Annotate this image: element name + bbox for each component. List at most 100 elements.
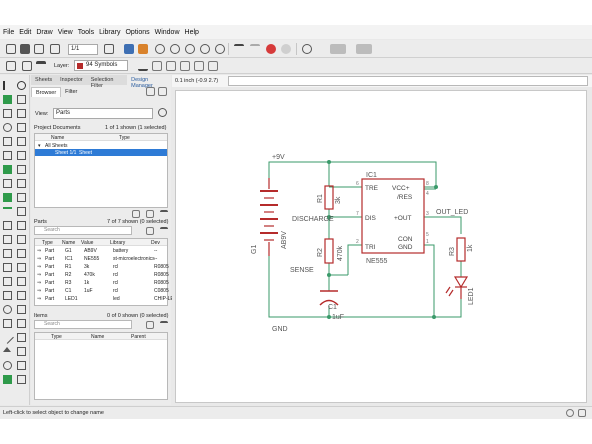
bend-icon[interactable] — [194, 61, 204, 71]
menu-draw[interactable]: Draw — [36, 29, 52, 36]
expand-icon[interactable] — [146, 227, 154, 235]
info-icon[interactable] — [3, 81, 12, 90]
help-icon[interactable] — [302, 44, 312, 54]
polygon-icon[interactable] — [17, 333, 26, 342]
zoom-select-icon[interactable] — [200, 44, 210, 54]
tab-browser[interactable]: Browser — [31, 87, 62, 97]
erc-icon[interactable] — [17, 263, 26, 272]
menu-view[interactable]: View — [58, 29, 73, 36]
list-icon[interactable] — [160, 321, 168, 329]
design-link-icon[interactable] — [330, 44, 346, 54]
attribute-icon[interactable] — [3, 277, 12, 286]
menu-edit[interactable]: Edit — [19, 29, 31, 36]
hole-icon[interactable] — [17, 319, 26, 328]
pentagon-icon[interactable] — [17, 347, 26, 356]
delete-icon[interactable] — [3, 151, 12, 160]
go-icon[interactable] — [281, 44, 291, 54]
bend-icon[interactable] — [208, 61, 218, 71]
text-icon[interactable] — [17, 291, 26, 300]
display-icon[interactable] — [3, 95, 12, 104]
group-icon[interactable] — [3, 137, 12, 146]
menu-window[interactable]: Window — [155, 29, 180, 36]
tab-selection-filter[interactable]: Selection Filter — [87, 75, 127, 89]
table-row[interactable]: ⇒ Part LED1 led CHIP-LE — [35, 295, 174, 302]
bus-icon[interactable] — [17, 193, 26, 202]
wire-icon[interactable] — [3, 207, 12, 216]
cam-icon[interactable] — [50, 44, 60, 54]
arc-icon[interactable] — [3, 305, 12, 314]
table-row[interactable]: ⇒ Part R3 1k rcl R0805 — [35, 279, 169, 286]
show-icon[interactable] — [17, 81, 26, 90]
table-row[interactable]: ⇒ Part IC1 NE555 st-microelectronics -- — [35, 255, 167, 262]
expand-icon[interactable] — [132, 210, 140, 218]
gateswap-icon[interactable] — [17, 165, 26, 174]
fusion-sync-icon[interactable] — [356, 44, 372, 54]
table-row[interactable]: ⇒ Part C1 1uF rcl C0805 — [35, 287, 169, 294]
print-icon[interactable] — [34, 44, 44, 54]
bend-icon[interactable] — [166, 61, 176, 71]
zoom-in-icon[interactable] — [170, 44, 180, 54]
save-icon[interactable] — [20, 44, 30, 54]
stop-icon[interactable] — [266, 44, 276, 54]
undo-icon[interactable] — [234, 44, 244, 54]
bend-icon[interactable] — [152, 61, 162, 71]
pinswap-icon[interactable] — [3, 179, 12, 188]
change-icon[interactable] — [17, 277, 26, 286]
tab-sheets[interactable]: Sheets — [31, 75, 56, 85]
collapse-icon[interactable] — [146, 210, 154, 218]
invoke-icon[interactable] — [3, 263, 12, 272]
net-icon[interactable] — [3, 193, 12, 202]
tab-filter[interactable]: Filter — [61, 87, 81, 97]
frame-icon[interactable] — [17, 305, 26, 314]
zoom-out-icon[interactable] — [185, 44, 195, 54]
menu-tools[interactable]: Tools — [78, 29, 94, 36]
stop-command-icon[interactable] — [566, 409, 574, 417]
rotate-icon[interactable] — [3, 123, 12, 132]
miter-icon[interactable] — [3, 249, 12, 258]
menu-library[interactable]: Library — [99, 29, 120, 36]
junction-icon[interactable] — [17, 207, 26, 216]
parts-search-input[interactable]: Search — [34, 226, 132, 235]
schematic-icon[interactable] — [138, 44, 148, 54]
split-icon[interactable] — [17, 179, 26, 188]
value-icon[interactable] — [3, 235, 12, 244]
sheet-select[interactable]: 1/1 — [68, 44, 98, 55]
line-icon[interactable] — [1, 331, 14, 344]
menu-options[interactable]: Options — [125, 29, 149, 36]
zoom-last-icon[interactable] — [215, 44, 225, 54]
text-add-icon[interactable] — [17, 375, 26, 384]
layer-settings-icon[interactable] — [22, 61, 32, 71]
command-input[interactable] — [228, 76, 588, 86]
schematic-canvas[interactable]: +9V GND DISCHARGE SENSE OUT_LED IC1 NE55… — [175, 90, 587, 403]
pointer-icon[interactable] — [146, 87, 155, 96]
tree-item[interactable]: ▾ All Sheets — [35, 142, 167, 149]
label-icon[interactable] — [3, 221, 12, 230]
tab-design-manager[interactable]: Design Manager — [127, 75, 171, 89]
tab-inspector[interactable]: Inspector — [56, 75, 87, 85]
replace-icon[interactable] — [3, 165, 12, 174]
expand-icon[interactable] — [146, 321, 154, 329]
menu-file[interactable]: File — [3, 29, 14, 36]
move-icon[interactable] — [3, 109, 12, 118]
bend-icon[interactable] — [180, 61, 190, 71]
list-icon[interactable] — [160, 210, 168, 218]
ruler-icon[interactable] — [3, 319, 12, 328]
items-search-input[interactable]: Search — [34, 320, 132, 329]
add-icon[interactable] — [17, 151, 26, 160]
table-row[interactable]: ⇒ Part R1 3k rcl R0805 — [35, 263, 169, 270]
menu-help[interactable]: Help — [185, 29, 199, 36]
board-icon[interactable] — [124, 44, 134, 54]
open-icon[interactable] — [6, 44, 16, 54]
filter-icon[interactable] — [36, 61, 46, 71]
circle-icon[interactable] — [3, 361, 12, 370]
paste-icon[interactable] — [17, 137, 26, 146]
help-icon[interactable] — [158, 108, 167, 117]
list-icon[interactable] — [160, 227, 168, 235]
mark-icon[interactable] — [17, 95, 26, 104]
zoom-fit-icon[interactable] — [155, 44, 165, 54]
copy-icon[interactable] — [17, 109, 26, 118]
mirror-icon[interactable] — [17, 123, 26, 132]
tree-item-selected[interactable]: Sheet 1/1 Sheet — [35, 149, 167, 156]
redo-icon[interactable] — [250, 44, 260, 54]
settings-icon[interactable] — [578, 409, 586, 417]
